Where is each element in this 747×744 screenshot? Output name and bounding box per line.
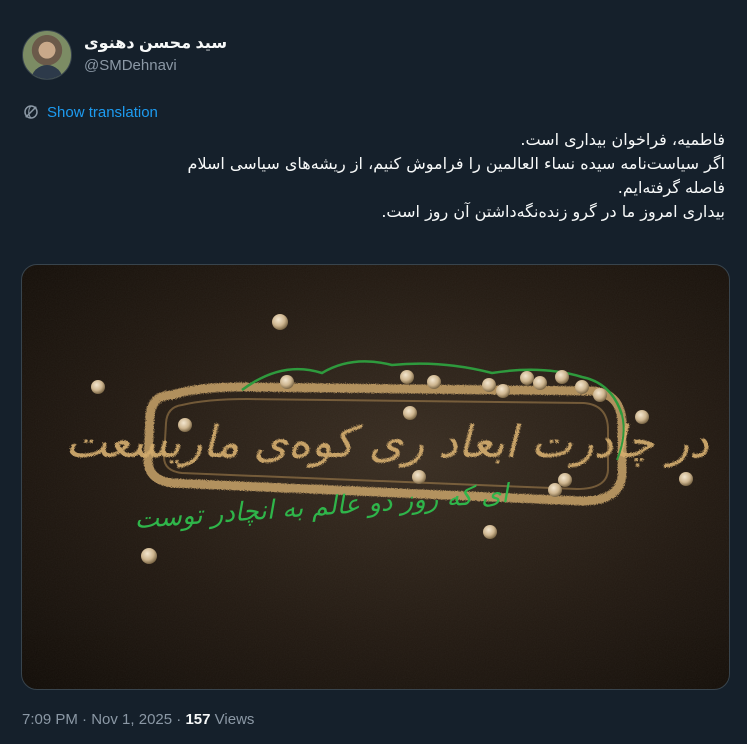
bead — [593, 388, 607, 402]
tweet-line: فاصله گرفته‌ایم. — [617, 178, 725, 197]
tweet-line: بیداری امروز ما در گرو زنده‌نگه‌داشتن آن… — [381, 202, 725, 221]
author-handle[interactable]: @SMDehnavi — [84, 56, 227, 76]
bead — [412, 470, 426, 484]
bead — [496, 384, 510, 398]
bead — [555, 370, 569, 384]
bead — [533, 376, 547, 390]
bead — [635, 410, 649, 424]
bead — [272, 314, 288, 330]
calligraphy-main: در چادرت ابعاد ری کوه‌ی ماریسعت — [65, 417, 709, 468]
tweet-time[interactable]: 7:09 PM — [22, 711, 78, 728]
bead — [403, 406, 417, 420]
show-translation-button[interactable]: Show translation — [22, 103, 158, 121]
tweet-image[interactable]: در چادرت ابعاد ری کوه‌ی ماریسعت ای که رو… — [21, 264, 730, 690]
bead — [483, 525, 497, 539]
bead — [280, 375, 294, 389]
meta-separator: · — [82, 711, 88, 728]
tweet-header: سید محسن دهنوی @SMDehnavi — [22, 30, 227, 80]
tweet-text: فاطمیه، فراخوان بیداری است. اگر سیاست‌نا… — [25, 128, 725, 224]
meta-separator: · — [176, 711, 182, 728]
show-translation-label[interactable]: Show translation — [47, 104, 158, 121]
bead — [91, 380, 105, 394]
bead — [520, 371, 534, 385]
tweet-line: فاطمیه، فراخوان بیداری است. — [520, 130, 725, 149]
bead — [178, 418, 192, 432]
translate-globe-icon — [24, 105, 38, 119]
avatar-shoulders — [31, 65, 63, 79]
bead — [548, 483, 562, 497]
avatar[interactable] — [22, 30, 72, 80]
calligraphy-artwork: در چادرت ابعاد ری کوه‌ی ماریسعت ای که رو… — [22, 265, 729, 689]
bead — [482, 378, 496, 392]
bead — [679, 472, 693, 486]
author-display-name[interactable]: سید محسن دهنوی — [84, 34, 227, 54]
bead — [141, 548, 157, 564]
tweet-line: اگر سیاست‌نامه سیده نساء العالمین را فرا… — [187, 154, 725, 173]
views-count: 157 — [185, 711, 211, 728]
tweet-date[interactable]: Nov 1, 2025 — [91, 711, 172, 728]
author-names: سید محسن دهنوی @SMDehnavi — [84, 34, 227, 76]
bead — [427, 375, 441, 389]
views-label: Views — [214, 711, 255, 728]
bead — [575, 380, 589, 394]
bead — [558, 473, 572, 487]
tweet-meta: 7:09 PM · Nov 1, 2025 · 157 Views — [22, 711, 254, 728]
bead — [400, 370, 414, 384]
